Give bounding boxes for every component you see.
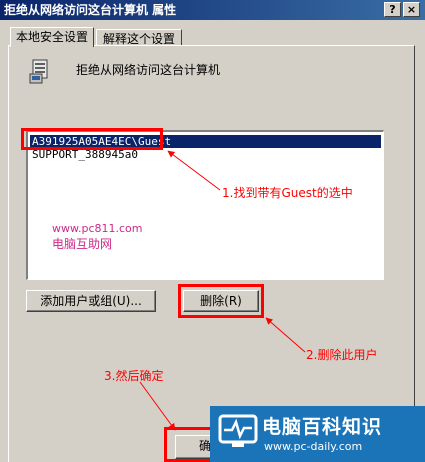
site-logo: 电脑百科知识 www.pc-daily.com bbox=[210, 406, 425, 462]
annotation-step2: 2.删除此用户 bbox=[306, 348, 378, 362]
annotation-step3: 3.然后确定 bbox=[104, 369, 164, 383]
annotation-step1: 1.找到带有Guest的选中 bbox=[222, 186, 353, 200]
monitor-logo-icon bbox=[218, 414, 258, 450]
tab-label: 本地安全设置 bbox=[15, 30, 88, 44]
logo-url: www.pc-daily.com bbox=[264, 440, 363, 453]
logo-title: 电脑百科知识 bbox=[262, 416, 383, 438]
arrow-step2 bbox=[265, 317, 306, 353]
arrow-step3 bbox=[139, 381, 176, 431]
tab-local-security-setting[interactable]: 本地安全设置 bbox=[10, 27, 94, 47]
annotation-arrows bbox=[139, 150, 306, 431]
arrow-step1 bbox=[167, 150, 221, 191]
